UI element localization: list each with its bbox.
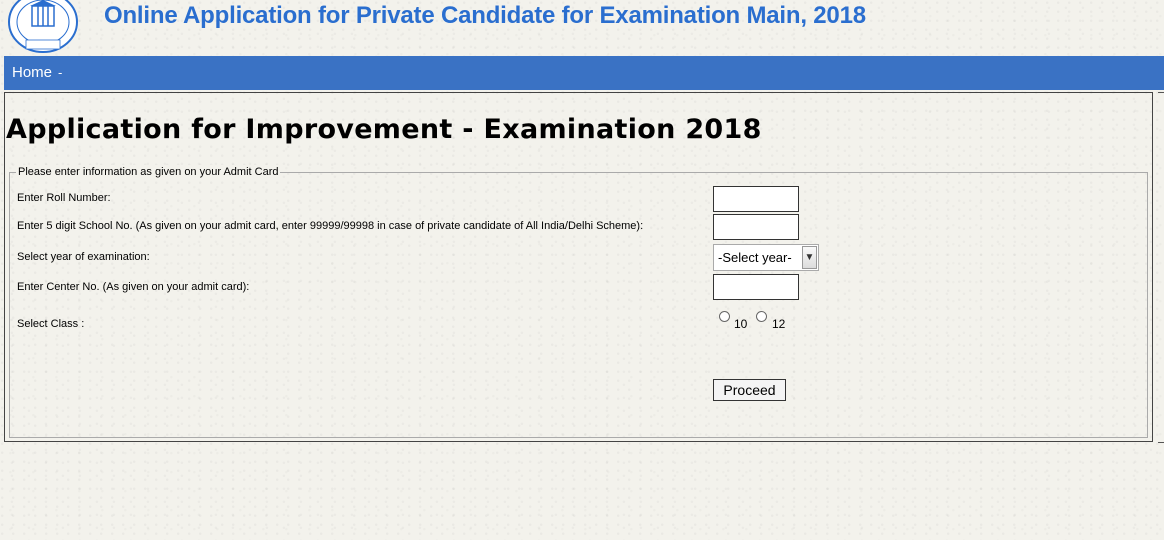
edge-divider <box>1158 442 1164 443</box>
exam-year-selected: -Select year- <box>718 250 792 265</box>
edge-divider <box>1158 92 1164 93</box>
chevron-down-icon[interactable]: ▼ <box>802 246 817 269</box>
class-12-radio[interactable] <box>756 311 767 322</box>
nav-separator: - <box>58 65 63 80</box>
class-10-radio[interactable] <box>719 311 730 322</box>
site-title: Online Application for Private Candidate… <box>104 2 866 29</box>
exam-year-select[interactable]: -Select year- ▼ <box>713 244 819 271</box>
school-number-label: Enter 5 digit School No. (As given on yo… <box>17 220 644 232</box>
fieldset-legend: Please enter information as given on you… <box>16 165 281 179</box>
roll-number-input[interactable] <box>713 186 799 212</box>
cbse-logo-icon <box>8 0 78 53</box>
navbar: Home - <box>4 56 1164 90</box>
nav-home-link[interactable]: Home <box>12 64 52 81</box>
school-number-input[interactable] <box>713 214 799 240</box>
proceed-button[interactable]: Proceed <box>713 379 786 401</box>
class-12-label: 12 <box>772 317 786 331</box>
class-10-label: 10 <box>734 317 748 331</box>
center-number-label: Enter Center No. (As given on your admit… <box>17 281 250 293</box>
exam-year-label: Select year of examination: <box>17 251 150 263</box>
class-label: Select Class : <box>17 318 85 330</box>
roll-number-label: Enter Roll Number: <box>17 192 111 204</box>
page-heading: Application for Improvement - Examinatio… <box>6 114 762 145</box>
admit-card-fieldset <box>9 172 1148 438</box>
center-number-input[interactable] <box>713 274 799 300</box>
